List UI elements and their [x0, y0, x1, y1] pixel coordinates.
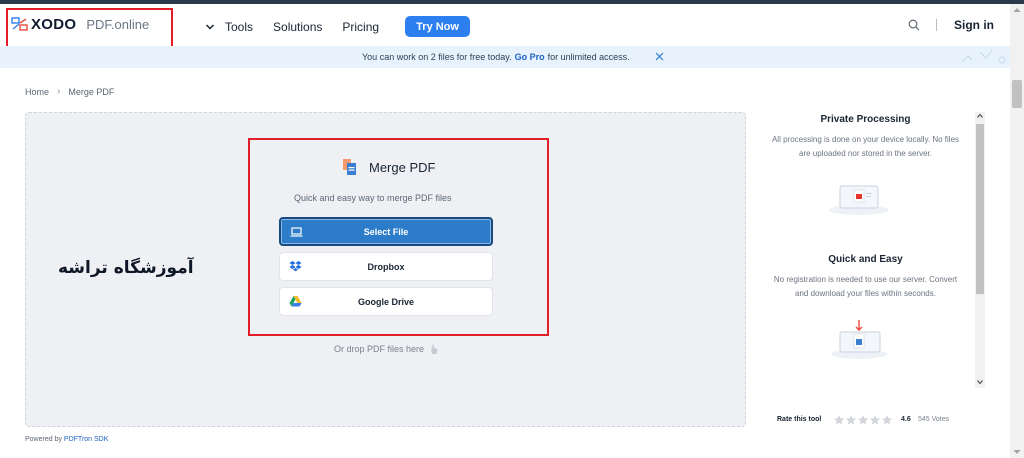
star-icon[interactable]	[845, 414, 857, 426]
nav-tools-label: Tools	[225, 20, 254, 34]
free-usage-banner: You can work on 2 files for free today. …	[0, 46, 1010, 68]
nav-tools[interactable]: Tools	[205, 20, 253, 34]
pdftron-sdk-link[interactable]: PDFTron SDK	[64, 436, 108, 443]
nav-pricing[interactable]: Pricing	[342, 20, 379, 34]
tool-highlight-frame	[248, 138, 549, 336]
star-icon[interactable]	[857, 414, 869, 426]
breadcrumb-home[interactable]: Home	[25, 87, 49, 97]
private-processing-title: Private Processing	[820, 114, 911, 125]
breadcrumb-current: Merge PDF	[68, 86, 115, 97]
main-nav: Tools Solutions Pricing Try Now	[205, 16, 471, 37]
try-now-button[interactable]: Try Now	[405, 16, 471, 37]
private-processing-illustration	[829, 185, 889, 215]
chevron-up-icon[interactable]	[976, 112, 984, 120]
drop-hint-text: Or drop PDF files here	[334, 344, 425, 354]
scroll-down-arrow-icon[interactable]	[1012, 448, 1022, 456]
drop-hint: Or drop PDF files here	[334, 343, 439, 355]
banner-text-end: for unlimited access.	[547, 52, 630, 62]
star-icon[interactable]	[881, 414, 893, 426]
panel-scrollbar-thumb[interactable]	[976, 124, 984, 294]
powered-by: Powered by PDFTron SDK	[25, 436, 108, 443]
star-icon[interactable]	[869, 414, 881, 426]
hand-pointer-icon	[431, 344, 438, 354]
nav-solutions[interactable]: Solutions	[273, 20, 322, 34]
page-scrollbar[interactable]	[1010, 4, 1024, 458]
close-icon[interactable]	[655, 52, 664, 61]
rating-votes: 545 Votes	[918, 416, 950, 423]
go-pro-link[interactable]: Go Pro	[515, 52, 545, 62]
quick-easy-text: No registration is needed to use our ser…	[773, 275, 958, 298]
watermark-text: آموزشگاه تراشه	[58, 258, 194, 278]
quick-easy-illustration	[831, 320, 887, 359]
rate-tool-label: Rate this tool	[777, 416, 822, 423]
breadcrumb-separator: ›	[57, 86, 61, 97]
rating-score: 4.6	[901, 416, 911, 423]
private-processing-text: All processing is done on your device lo…	[771, 135, 960, 158]
banner-text: You can work on 2 files for free today.	[362, 52, 512, 62]
logo-highlight-frame	[6, 8, 173, 48]
banner-decoration	[961, 49, 1006, 64]
powered-by-prefix: Powered by	[25, 436, 62, 443]
sign-in-link[interactable]: Sign in	[954, 18, 994, 32]
search-icon[interactable]	[908, 19, 920, 31]
chevron-down-icon[interactable]	[976, 378, 984, 386]
scroll-up-arrow-icon[interactable]	[1012, 6, 1022, 14]
breadcrumb: Home › Merge PDF	[25, 86, 114, 97]
quick-easy-title: Quick and Easy	[828, 254, 903, 265]
star-icon[interactable]	[833, 414, 845, 426]
header-divider	[936, 19, 937, 31]
rating-stars[interactable]	[833, 414, 893, 426]
chevron-down-icon	[205, 24, 215, 30]
page-scrollbar-thumb[interactable]	[1012, 80, 1022, 108]
